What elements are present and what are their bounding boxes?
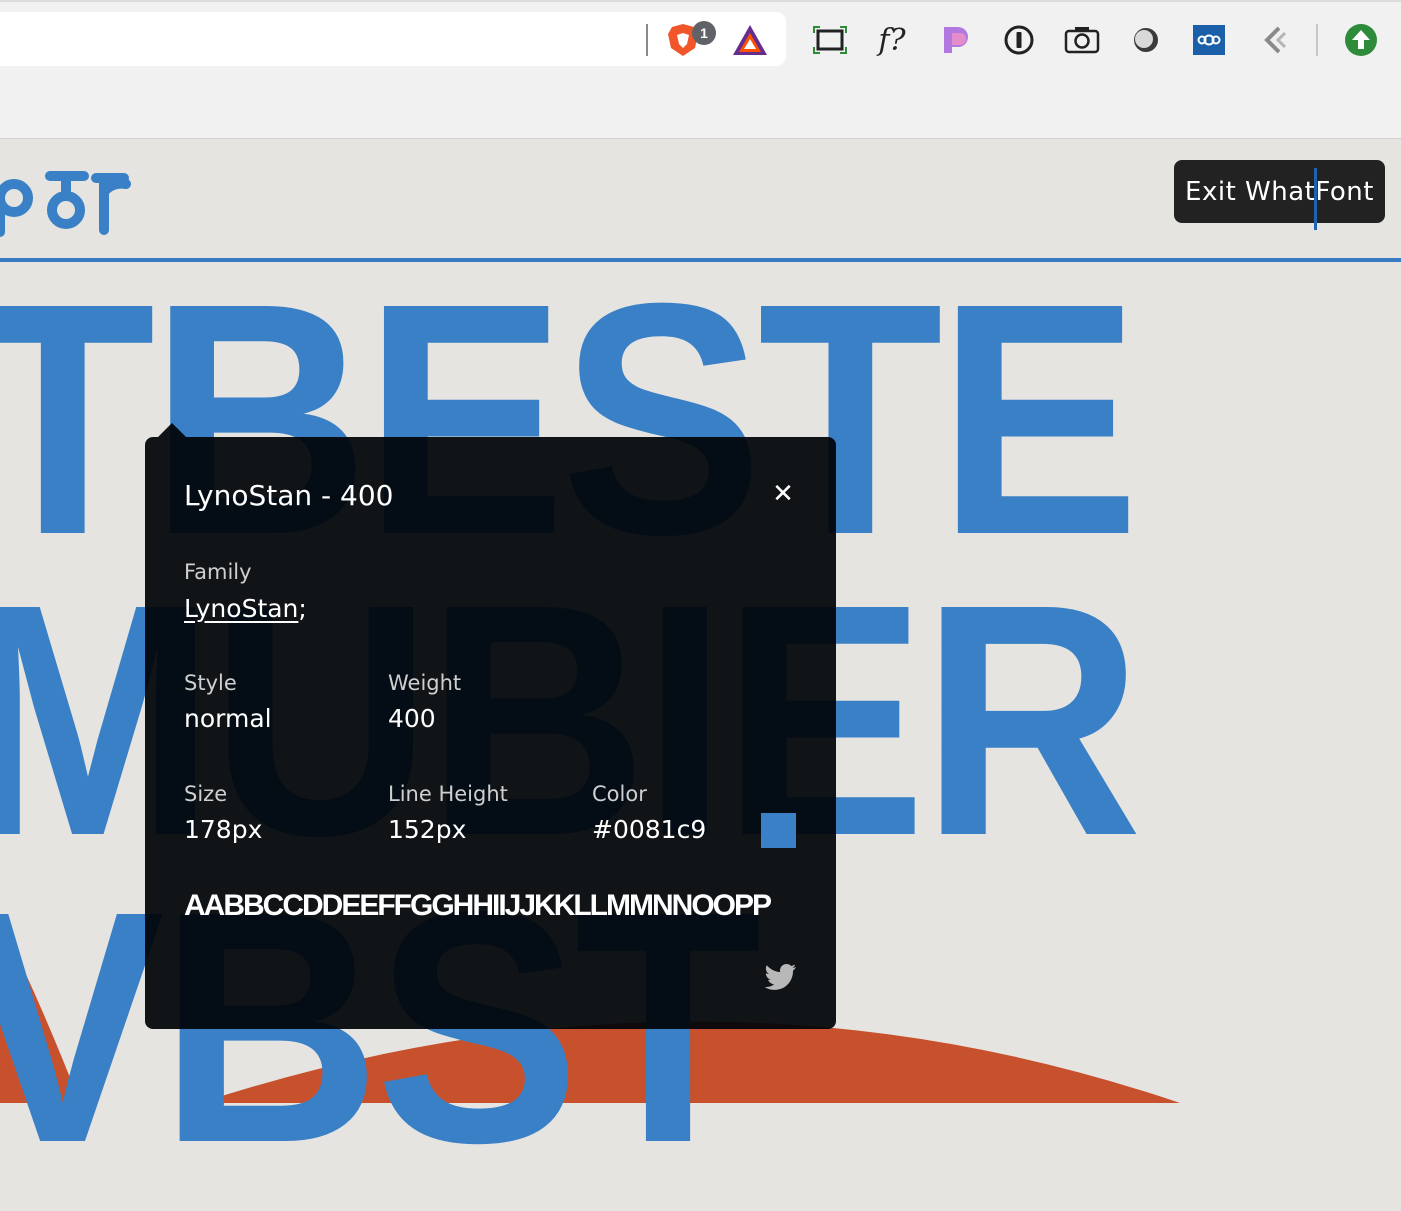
camera-icon[interactable] — [1062, 20, 1102, 60]
address-bar-divider — [646, 24, 648, 56]
line-height-value: 152px — [388, 815, 467, 844]
close-icon[interactable]: ✕ — [769, 479, 797, 509]
whatfont-popup: LynoStan - 400 ✕ Family LynoStan; Style … — [145, 437, 836, 1029]
popup-pointer — [158, 423, 186, 437]
screenshot-capture-icon[interactable] — [810, 20, 850, 60]
brave-rewards-icon[interactable] — [730, 22, 770, 58]
font-sample: AABBCCDDEEFFGGHHIIJJKKLLMMNNOOPP — [184, 889, 772, 922]
font-title: LynoStan - 400 — [184, 479, 394, 512]
browser-toolbar: 1 f? — [0, 0, 1401, 139]
theme-icon[interactable] — [1126, 20, 1166, 60]
line-height-label: Line Height — [388, 782, 508, 806]
style-label: Style — [184, 671, 237, 695]
size-label: Size — [184, 782, 228, 806]
onepassword-icon[interactable] — [999, 20, 1039, 60]
toolbar-top-border — [0, 0, 1401, 2]
upload-arrow-icon[interactable] — [1341, 20, 1381, 60]
notion-icon[interactable] — [936, 20, 976, 60]
size-value: 178px — [184, 815, 263, 844]
exit-whatfont-button[interactable]: Exit WhatFont — [1174, 160, 1385, 223]
text-cursor — [1314, 168, 1317, 230]
nextcloud-icon[interactable] — [1189, 20, 1229, 60]
back-arrow-icon[interactable] — [1253, 20, 1293, 60]
color-label: Color — [592, 782, 647, 806]
whatfont-icon[interactable]: f? — [872, 20, 912, 60]
style-value: normal — [184, 704, 272, 733]
brave-badge-count: 1 — [692, 21, 716, 45]
weight-value: 400 — [388, 704, 436, 733]
extension-divider — [1316, 24, 1318, 56]
site-logo[interactable] — [0, 160, 142, 240]
twitter-icon[interactable] — [765, 963, 797, 991]
family-value: LynoStan; — [184, 594, 307, 623]
family-suffix: ; — [298, 594, 307, 623]
weight-label: Weight — [388, 671, 462, 695]
family-link[interactable]: LynoStan — [184, 594, 298, 623]
color-value: #0081c9 — [592, 815, 707, 844]
color-swatch — [761, 813, 796, 848]
family-label: Family — [184, 560, 252, 584]
